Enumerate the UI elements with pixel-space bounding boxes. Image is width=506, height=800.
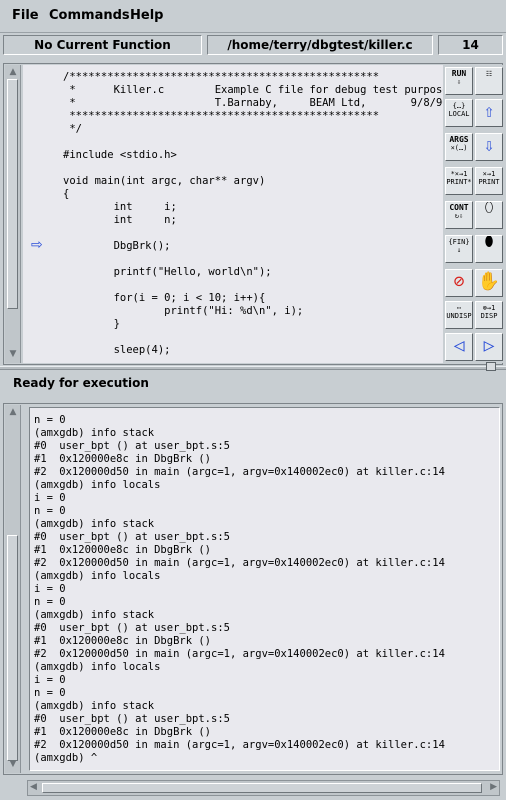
menu-commands[interactable]: Commands bbox=[49, 8, 130, 23]
arrow-down-icon: ⇩ bbox=[483, 135, 495, 156]
source-pane: ▲ ▼ ⇨ /*********************************… bbox=[3, 63, 503, 365]
source-line[interactable]: DbgBrk(); bbox=[63, 240, 171, 253]
console-line: #2 0x120000d50 in main (argc=1, argv=0x1… bbox=[34, 739, 445, 751]
print-button[interactable]: ×→1 PRINT bbox=[475, 167, 503, 195]
console-line: #0 user_bpt () at user_bpt.s:5 bbox=[34, 713, 230, 725]
scroll-left-icon[interactable]: ◀ bbox=[30, 782, 37, 792]
line-number-display: 14 bbox=[438, 35, 503, 55]
console-pane: ▲ ▼ n = 0 (amxgdb) info stack #0 user_bpt … bbox=[3, 403, 503, 775]
back-button[interactable]: ◁ bbox=[445, 333, 473, 361]
console-line: i = 0 bbox=[34, 492, 66, 504]
up-frame-button[interactable]: ⇧ bbox=[475, 99, 503, 127]
console-line: #2 0x120000d50 in main (argc=1, argv=0x1… bbox=[34, 557, 445, 569]
display-button[interactable]: ⊗→1 DISP bbox=[475, 301, 503, 329]
menu-file[interactable]: File bbox=[12, 8, 39, 23]
console-line: n = 0 bbox=[34, 596, 66, 608]
source-line[interactable]: printf("Hi: %d\n", i); bbox=[63, 305, 303, 318]
console-line: (amxgdb) info locals bbox=[34, 661, 161, 673]
console-line: #1 0x120000e8c in DbgBrk () bbox=[34, 544, 212, 556]
args-button[interactable]: ARGS ×(…) bbox=[445, 133, 473, 161]
console-line: n = 0 bbox=[34, 687, 66, 699]
source-line[interactable]: int n; bbox=[63, 214, 177, 227]
console-line: #1 0x120000e8c in DbgBrk () bbox=[34, 635, 212, 647]
menu-help[interactable]: Help bbox=[130, 8, 163, 23]
source-line[interactable]: /***************************************… bbox=[63, 71, 379, 84]
list-icon: ☷ bbox=[485, 70, 493, 78]
source-line[interactable]: #include <stdio.h> bbox=[63, 149, 177, 162]
source-line[interactable]: printf("Hello, world\n"); bbox=[63, 266, 272, 279]
console-line: (amxgdb) info stack bbox=[34, 609, 155, 621]
console-line: #0 user_bpt () at user_bpt.s:5 bbox=[34, 622, 230, 634]
arrow-left-icon: ◁ bbox=[453, 335, 465, 356]
no-stop-icon: ⊘ bbox=[453, 271, 465, 292]
console-line: #0 user_bpt () at user_bpt.s:5 bbox=[34, 531, 230, 543]
hand-icon: ✋ bbox=[477, 271, 501, 292]
console-scroll-up-icon[interactable]: ▲ bbox=[7, 407, 19, 417]
execution-status: Ready for execution bbox=[13, 376, 149, 390]
console-line: #1 0x120000e8c in DbgBrk () bbox=[34, 726, 212, 738]
menu-bar: File Commands Help bbox=[0, 0, 506, 33]
console-horizontal-scrollbar[interactable]: ◀ ▶ bbox=[27, 780, 500, 796]
source-line[interactable]: void main(int argc, char** argv) bbox=[63, 175, 265, 188]
console-line: #2 0x120000d50 in main (argc=1, argv=0x1… bbox=[34, 466, 445, 478]
scroll-right-icon[interactable]: ▶ bbox=[490, 782, 497, 792]
horizontal-scroll-thumb[interactable] bbox=[42, 783, 482, 793]
console-line: i = 0 bbox=[34, 674, 66, 686]
source-line[interactable]: int i; bbox=[63, 201, 177, 214]
delete-breakpoint-button[interactable]: ⊘ bbox=[445, 269, 473, 297]
console-line: (amxgdb) info locals bbox=[34, 479, 161, 491]
console-scroll-down-icon[interactable]: ▼ bbox=[7, 759, 19, 769]
console-line: #2 0x120000d50 in main (argc=1, argv=0x1… bbox=[34, 648, 445, 660]
scroll-up-icon[interactable]: ▲ bbox=[7, 67, 19, 77]
console-line: (amxgdb) info stack bbox=[34, 700, 155, 712]
interrupt-button[interactable]: ✋ bbox=[475, 269, 503, 297]
footprints-icon: ⬮ bbox=[484, 235, 494, 250]
source-line[interactable]: { bbox=[63, 188, 69, 201]
console-line: (amxgdb) info stack bbox=[34, 518, 155, 530]
console-vertical-scrollbar[interactable]: ▲ ▼ bbox=[5, 405, 21, 773]
console-line: #0 user_bpt () at user_bpt.s:5 bbox=[34, 440, 230, 452]
source-line[interactable]: ****************************************… bbox=[63, 110, 379, 123]
source-scroll-thumb[interactable] bbox=[7, 79, 18, 309]
execution-pointer-icon: ⇨ bbox=[31, 237, 43, 253]
footprint-icon: ⬯ bbox=[484, 201, 494, 216]
step-button[interactable]: ⬯ bbox=[475, 201, 503, 229]
console-line: #1 0x120000e8c in DbgBrk () bbox=[34, 453, 212, 465]
source-line[interactable]: * Killer.c Example C file for debug test… bbox=[63, 84, 443, 97]
source-line[interactable]: * T.Barnaby, BEAM Ltd, 9/8/96 bbox=[63, 97, 443, 110]
console-scroll-thumb[interactable] bbox=[7, 535, 18, 761]
scroll-down-icon[interactable]: ▼ bbox=[7, 349, 19, 359]
arrow-right-icon: ▷ bbox=[483, 335, 495, 356]
source-vertical-scrollbar[interactable]: ▲ ▼ bbox=[5, 65, 21, 363]
undisplay-button[interactable]: ⋯ UNDISP bbox=[445, 301, 473, 329]
continue-button[interactable]: CONT ↻⇩ bbox=[445, 201, 473, 229]
file-path-display: /home/terry/dbgtest/killer.c bbox=[207, 35, 433, 55]
source-line[interactable]: } bbox=[63, 318, 120, 331]
source-code-view[interactable]: ⇨ /*************************************… bbox=[23, 65, 443, 363]
debug-toolbar: RUN ⇩ ☷ {…} LOCAL ⇧ ARGS ×(…) ⇩ *×→1 PRINT* … bbox=[443, 65, 503, 363]
finish-button[interactable]: {FIN} ↓ bbox=[445, 235, 473, 263]
console-line: i = 0 bbox=[34, 583, 66, 595]
source-line[interactable]: */ bbox=[63, 123, 82, 136]
current-function-display: No Current Function bbox=[3, 35, 202, 55]
forward-button[interactable]: ▷ bbox=[475, 333, 503, 361]
next-button[interactable]: ⬮ bbox=[475, 235, 503, 263]
down-frame-button[interactable]: ⇩ bbox=[475, 133, 503, 161]
pane-separator bbox=[0, 366, 506, 370]
console-line: n = 0 bbox=[34, 505, 66, 517]
console-line: (amxgdb) ^ bbox=[34, 752, 98, 764]
run-button[interactable]: RUN ⇩ bbox=[445, 67, 473, 95]
console-line: (amxgdb) info stack bbox=[34, 427, 155, 439]
arrow-up-icon: ⇧ bbox=[483, 101, 495, 122]
source-line[interactable]: sleep(4); bbox=[63, 344, 171, 357]
breakpoint-list-button[interactable]: ☷ bbox=[475, 67, 503, 95]
gdb-console[interactable]: n = 0 (amxgdb) info stack #0 user_bpt () a… bbox=[29, 407, 500, 771]
console-line: (amxgdb) info locals bbox=[34, 570, 161, 582]
pane-sash-handle[interactable] bbox=[486, 362, 496, 371]
print-star-button[interactable]: *×→1 PRINT* bbox=[445, 167, 473, 195]
locals-button[interactable]: {…} LOCAL bbox=[445, 99, 473, 127]
source-line[interactable]: for(i = 0; i < 10; i++){ bbox=[63, 292, 266, 305]
console-line: n = 0 bbox=[34, 414, 66, 426]
